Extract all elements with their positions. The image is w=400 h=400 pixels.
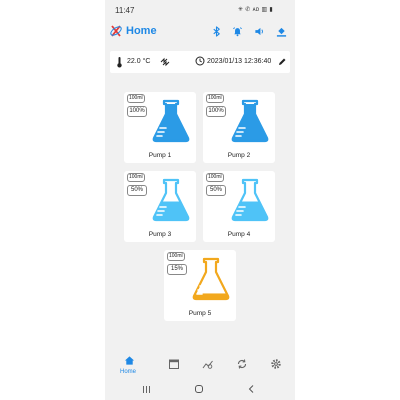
- pump-percent-badge: 50%: [206, 185, 226, 196]
- pump-volume-badge: 100ml: [127, 94, 145, 103]
- page-title: Home: [126, 25, 157, 37]
- chart-icon[interactable]: [202, 358, 214, 370]
- pump-name: Pump 4: [227, 231, 251, 238]
- app-logo-icon: [110, 25, 122, 37]
- nav-home-label[interactable]: Home: [120, 369, 136, 375]
- clock-icon: [195, 56, 205, 66]
- volume-icon[interactable]: [254, 26, 265, 37]
- alarm-bell-icon[interactable]: [232, 26, 243, 37]
- pump-volume-badge: 100ml: [206, 173, 224, 182]
- edit-pencil-icon[interactable]: [278, 57, 287, 66]
- flask-liquid: [153, 104, 189, 141]
- settings-icon[interactable]: [270, 358, 282, 370]
- status-bar: 11:47 ✳ ✆ ᴀᴅ ▥ ▮: [105, 0, 295, 20]
- recent-apps-icon[interactable]: [142, 385, 151, 394]
- sync-icon[interactable]: [236, 358, 248, 370]
- system-home-icon[interactable]: [194, 384, 204, 394]
- flask-icon: [152, 99, 190, 143]
- pump-name: Pump 1: [148, 152, 172, 159]
- app-bar: Home: [105, 20, 295, 44]
- home-icon[interactable]: [124, 355, 135, 366]
- pump-volume-badge: 100ml: [167, 252, 185, 261]
- pump-card[interactable]: 100ml 15% Pump 5: [164, 250, 236, 321]
- temperature-value: 22.0 °C: [127, 58, 151, 65]
- flask-icon: [231, 178, 269, 222]
- datetime-value: 2023/01/13 12:36:40: [207, 58, 272, 65]
- flask-liquid: [232, 104, 268, 141]
- pump-volume-badge: 100ml: [206, 94, 224, 103]
- pump-percent-badge: 15%: [167, 264, 187, 275]
- back-icon[interactable]: [247, 384, 256, 394]
- pump-volume-badge: 100ml: [127, 173, 145, 182]
- flask-liquid: [193, 293, 229, 299]
- pump-name: Pump 2: [227, 152, 251, 159]
- pump-card[interactable]: 100ml 50% Pump 3: [124, 171, 196, 242]
- fill-bucket-icon[interactable]: [276, 26, 287, 37]
- pump-card[interactable]: 100ml 100% Pump 1: [124, 92, 196, 163]
- info-bar: 22.0 °C 2023/01/13 12:36:40: [110, 51, 290, 73]
- flask-icon: [231, 99, 269, 143]
- pump-card[interactable]: 100ml 50% Pump 4: [203, 171, 275, 242]
- status-time: 11:47: [115, 6, 135, 15]
- thermometer-icon: [117, 57, 122, 68]
- phone-screen: 11:47 ✳ ✆ ᴀᴅ ▥ ▮ Home 22.0 °C 2023/01/13…: [105, 0, 295, 400]
- flask-icon: [192, 257, 230, 301]
- calendar-icon[interactable]: [168, 358, 180, 370]
- status-system-icons: ✳ ✆ ᴀᴅ ▥ ▮: [238, 7, 273, 13]
- pump-percent-badge: 50%: [127, 185, 147, 196]
- bluetooth-icon[interactable]: [211, 26, 222, 37]
- pump-percent-badge: 100%: [127, 106, 147, 117]
- pump-name: Pump 5: [188, 310, 212, 317]
- system-navigation-bar: [105, 378, 295, 400]
- sensor-wave-icon: [160, 57, 170, 67]
- pump-name: Pump 3: [148, 231, 172, 238]
- bottom-navigation: Home: [105, 350, 295, 378]
- flask-icon: [152, 178, 190, 222]
- pump-percent-badge: 100%: [206, 106, 226, 117]
- pump-card[interactable]: 100ml 100% Pump 2: [203, 92, 275, 163]
